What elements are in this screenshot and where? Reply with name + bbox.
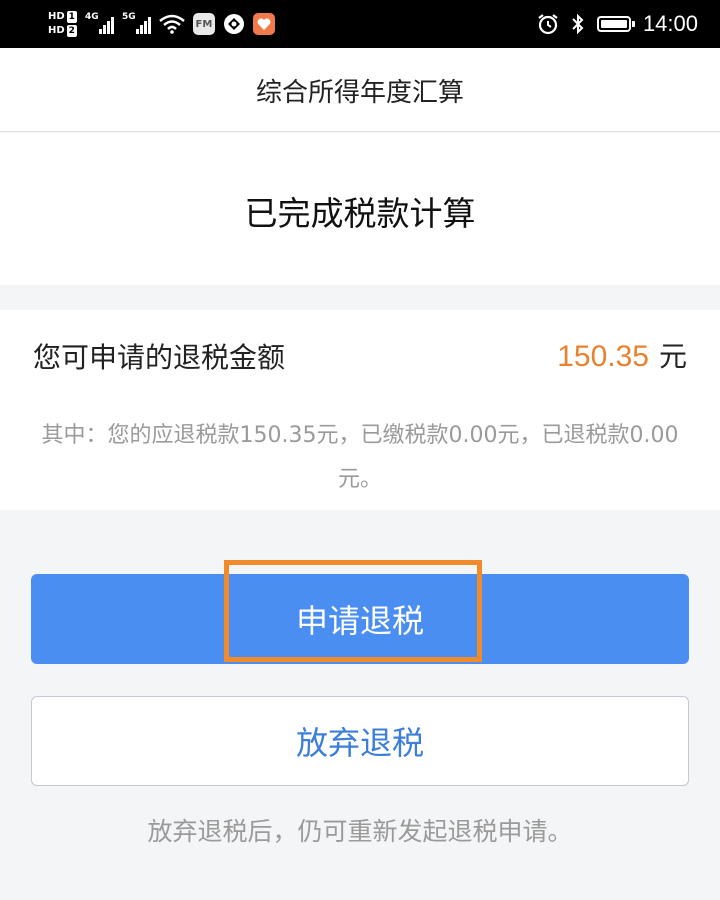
give-up-refund-label: 放弃退税 bbox=[295, 724, 424, 762]
give-up-refund-button[interactable]: 放弃退税 bbox=[31, 696, 689, 786]
calculation-status-title: 已完成税款计算 bbox=[244, 194, 476, 233]
fm-app-icon: FM bbox=[192, 13, 215, 35]
hd-indicator-1: HD 1 bbox=[48, 11, 77, 23]
hd-indicators: HD 1 HD 2 bbox=[48, 11, 77, 37]
health-app-icon bbox=[252, 13, 275, 35]
bluetooth-icon bbox=[572, 13, 584, 35]
calculation-status-panel: 已完成税款计算 bbox=[0, 133, 720, 285]
refund-panel: 您可申请的退税金额 150.35 元 其中：您的应退税款150.35元，已缴税款… bbox=[0, 310, 720, 510]
wifi-icon bbox=[159, 14, 185, 34]
highlight-box bbox=[224, 560, 482, 662]
browser-app-icon bbox=[223, 14, 244, 34]
page-title: 综合所得年度汇算 bbox=[255, 78, 464, 108]
clock: 14:00 bbox=[642, 11, 698, 36]
refund-amount: 150.35 元 bbox=[557, 335, 687, 375]
nav-bar: 综合所得年度汇算 bbox=[0, 48, 720, 132]
signal-5g-icon: 5G bbox=[122, 12, 151, 34]
status-bar: HD 1 HD 2 4G 5G FM 14:00 bbox=[0, 0, 720, 48]
refund-amount-unit: 元 bbox=[658, 340, 687, 373]
alarm-icon bbox=[538, 14, 558, 35]
status-bar-left: HD 1 HD 2 4G 5G FM bbox=[48, 6, 275, 42]
status-bar-right: 14:00 bbox=[537, 0, 698, 48]
refund-amount-value: 150.35 bbox=[557, 340, 649, 373]
battery-icon bbox=[596, 16, 635, 32]
give-up-hint: 放弃退税后，仍可重新发起退税申请。 bbox=[147, 817, 573, 846]
signal-4g-icon: 4G bbox=[85, 12, 114, 34]
refund-detail-text: 其中：您的应退税款150.35元，已缴税款0.00元，已退税款0.00元。 bbox=[41, 423, 679, 492]
refund-amount-label: 您可申请的退税金额 bbox=[33, 341, 286, 374]
hd-indicator-2: HD 2 bbox=[48, 25, 77, 37]
